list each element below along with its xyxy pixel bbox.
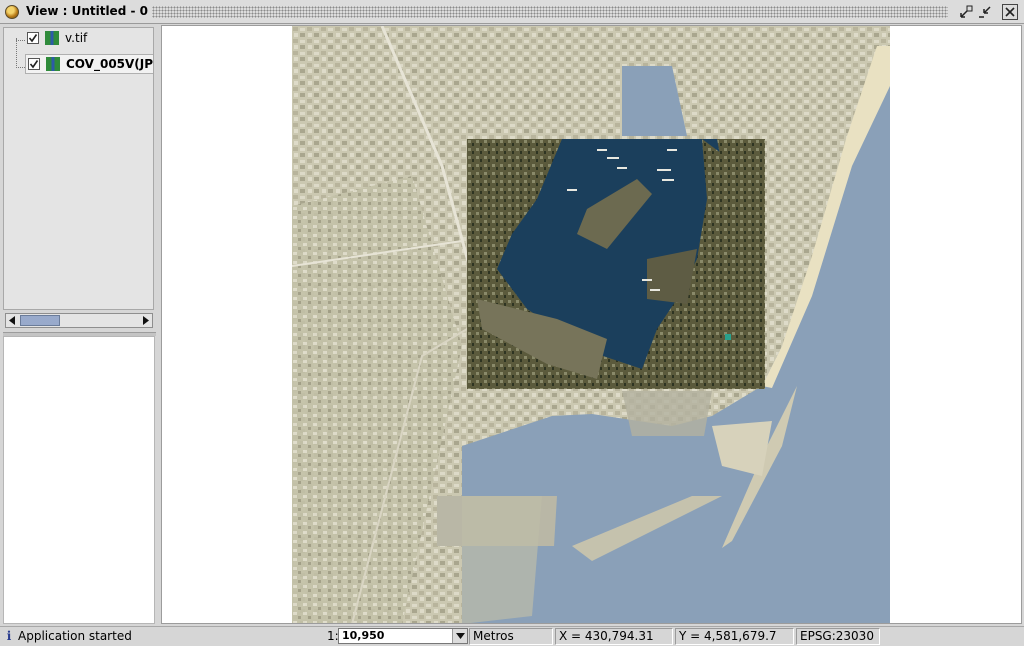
layer-item-v-tif[interactable]: v.tif xyxy=(25,28,87,48)
scale-dropdown-button[interactable] xyxy=(452,629,467,643)
window-title: View : Untitled - 0 xyxy=(26,4,148,18)
close-icon xyxy=(1005,7,1015,17)
tree-connector xyxy=(16,40,25,41)
window-title-bar[interactable]: View : Untitled - 0 xyxy=(0,0,1024,24)
globe-icon xyxy=(5,5,19,19)
y-coordinate-field: Y = 4,581,679.7 xyxy=(675,628,794,645)
arrow-right-icon xyxy=(143,316,149,325)
layer-visibility-checkbox[interactable] xyxy=(28,58,40,70)
units-field: Metros xyxy=(469,628,553,645)
status-bar: i Application started 1: 10,950 Metros X… xyxy=(0,626,1024,646)
close-button[interactable] xyxy=(1002,4,1018,20)
layer-toc[interactable]: v.tif COV_005V(JPG xyxy=(3,27,154,310)
raster-layer-cov-005v xyxy=(467,139,765,389)
restore-button[interactable] xyxy=(958,4,974,20)
info-icon: i xyxy=(6,629,12,643)
layer-visibility-checkbox[interactable] xyxy=(27,32,39,44)
status-message: Application started xyxy=(18,629,132,643)
scale-combobox[interactable]: 10,950 xyxy=(338,628,468,644)
check-icon xyxy=(28,34,38,43)
arrow-left-icon xyxy=(9,316,15,325)
raster-layer-icon xyxy=(45,31,59,45)
scroll-right-button[interactable] xyxy=(139,314,152,327)
scale-value: 10,950 xyxy=(342,629,385,642)
minimize-button[interactable] xyxy=(977,4,993,20)
tree-connector xyxy=(16,67,25,68)
toc-horizontal-scrollbar[interactable] xyxy=(5,313,153,328)
locator-map[interactable] xyxy=(3,336,155,624)
restore-icon xyxy=(960,5,973,18)
scroll-left-button[interactable] xyxy=(6,314,19,327)
map-view[interactable] xyxy=(161,25,1022,624)
raster-layer-icon xyxy=(46,57,60,71)
tree-connector xyxy=(16,38,17,68)
layer-label: COV_005V(JPG xyxy=(66,57,154,71)
chevron-down-icon xyxy=(455,633,465,639)
layer-label: v.tif xyxy=(65,31,88,45)
minimize-icon xyxy=(979,6,991,18)
scrollbar-thumb[interactable] xyxy=(20,315,60,326)
title-drag-grip[interactable] xyxy=(152,6,948,18)
projection-field: EPSG:23030 xyxy=(796,628,880,645)
scale-prefix: 1: xyxy=(327,629,339,643)
layer-item-cov-005v[interactable]: COV_005V(JPG xyxy=(25,54,154,74)
check-icon xyxy=(29,60,39,69)
x-coordinate-field: X = 430,794.31 xyxy=(555,628,673,645)
